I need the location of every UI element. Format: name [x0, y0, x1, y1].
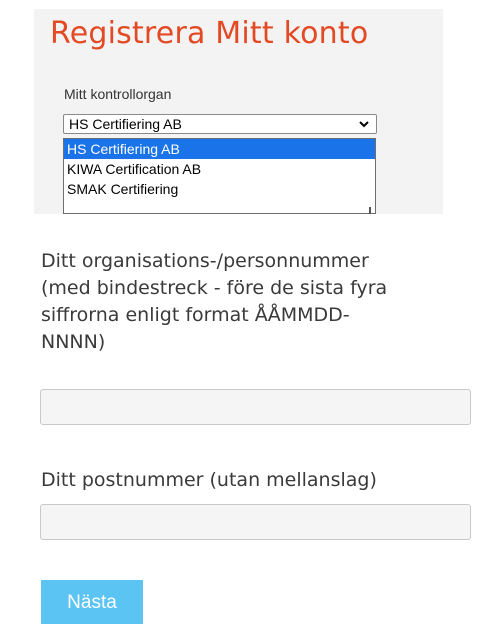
dropdown-option-kiwa-certification[interactable]: KIWA Certification AB: [64, 159, 375, 179]
postal-code-input[interactable]: [40, 504, 471, 540]
org-number-label-line-4: NNNN): [41, 331, 106, 353]
postal-code-label: Ditt postnummer (utan mellanslag): [41, 467, 377, 494]
page-title: Registrera Mitt konto: [50, 16, 369, 51]
chevron-down-icon: [359, 121, 369, 128]
dropdown-option-hs-certifiering[interactable]: HS Certifiering AB: [64, 139, 375, 159]
org-number-input[interactable]: [40, 389, 471, 425]
control-body-label: Mitt kontrollorgan: [64, 86, 172, 102]
select-underlap-mark: [369, 207, 371, 214]
dropdown-option-smak-certifiering[interactable]: SMAK Certifiering: [64, 179, 375, 199]
postal-code-label-text: Ditt postnummer (utan mellanslag): [41, 469, 377, 491]
next-button[interactable]: Nästa: [41, 580, 143, 624]
org-number-label: Ditt organisations-/personnummer (med bi…: [41, 248, 387, 356]
control-body-select[interactable]: HS Certifiering AB: [63, 114, 377, 134]
org-number-label-line-3: siffrorna enligt format ÅÅMMDD-: [41, 304, 350, 326]
org-number-label-line-2: (med bindestreck - före de sista fyra: [41, 277, 388, 299]
org-number-label-line-1: Ditt organisations-/personnummer: [41, 250, 369, 272]
control-body-selected-value: HS Certifiering AB: [69, 116, 182, 132]
registration-header-panel: Registrera Mitt konto Mitt kontrollorgan…: [34, 9, 443, 214]
control-body-dropdown-list: HS Certifiering AB KIWA Certification AB…: [63, 138, 376, 214]
